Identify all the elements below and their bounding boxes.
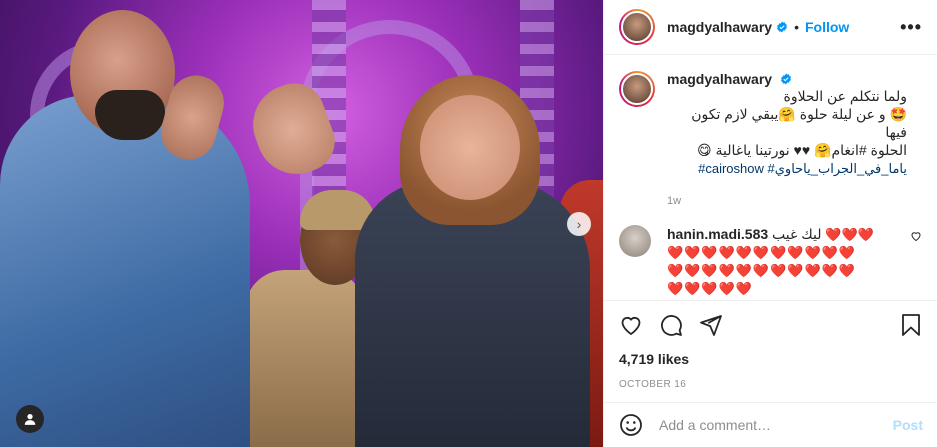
emoji-smiley-icon[interactable] (619, 413, 643, 437)
comment-hearts: ❤️❤️❤️❤️❤️ (667, 281, 753, 296)
comment-hearts: ❤️❤️❤️ (825, 227, 874, 242)
verified-badge-icon (777, 21, 788, 33)
post-date[interactable]: OCTOBER 16 (619, 379, 923, 390)
caption-body: magdyalhawary ولما نتكلم عن الحلاوة 🤩 و … (667, 71, 907, 207)
share-paper-plane-icon[interactable] (699, 313, 723, 337)
post-actions: 4,719 likes OCTOBER 16 (604, 300, 937, 390)
follow-button[interactable]: Follow (805, 19, 849, 35)
user-icon (24, 414, 36, 425)
post-side-panel: magdyalhawary • Follow ••• magdyalhawary… (603, 0, 937, 447)
instagram-post: › magdyalhawary • Follow ••• magdyalhawa… (0, 0, 937, 447)
comment-hearts: ❤️❤️❤️❤️❤️❤️❤️❤️❤️❤️❤️ (667, 245, 857, 260)
comment-input[interactable] (659, 417, 893, 433)
caption: magdyalhawary ولما نتكلم عن الحلاوة 🤩 و … (619, 71, 922, 207)
comment-hearts: ❤️❤️❤️❤️❤️❤️❤️❤️❤️❤️❤️ (667, 263, 857, 278)
post-header: magdyalhawary • Follow ••• (604, 0, 937, 55)
post-photo[interactable]: › (0, 0, 603, 447)
carousel-next-button[interactable]: › (567, 212, 591, 236)
caption-username[interactable]: magdyalhawary (667, 71, 772, 87)
comment-text: ليك غيب (772, 226, 822, 242)
person-left-beard (95, 90, 165, 140)
caption-line: ولما نتكلم عن الحلاوة (783, 88, 907, 104)
save-bookmark-icon[interactable] (899, 313, 923, 337)
add-comment-bar: Post (604, 402, 937, 447)
more-options-icon[interactable]: ••• (900, 17, 922, 38)
comment-body: hanin.madi.583 ليك غيب ❤️❤️❤️ ❤️❤️❤️❤️❤️… (667, 225, 907, 298)
caption-hashtags[interactable]: #cairoshow #ياما_في_الجراب_ياحاوي (667, 161, 907, 177)
caption-line: الحلوة #انغام🤗 ♥♥ نورتينا ياغالية 😋 (697, 142, 907, 158)
person-woman-face (420, 95, 520, 200)
person-middle (245, 270, 365, 447)
separator-dot: • (794, 19, 799, 35)
likes-count[interactable]: 4,719 likes (619, 351, 923, 367)
post-time-ago[interactable]: 1w (667, 195, 907, 207)
author-avatar[interactable] (619, 9, 655, 45)
comment-item: hanin.madi.583 ليك غيب ❤️❤️❤️ ❤️❤️❤️❤️❤️… (619, 225, 922, 298)
comments-section: magdyalhawary ولما نتكلم عن الحلاوة 🤩 و … (604, 55, 937, 296)
person-left (0, 95, 250, 447)
verified-badge-icon (781, 73, 791, 85)
post-comment-button[interactable]: Post (893, 417, 923, 433)
comment-like-icon[interactable] (910, 230, 922, 242)
commenter-avatar[interactable] (619, 225, 651, 257)
commenter-username[interactable]: hanin.madi.583 (667, 226, 768, 242)
author-username[interactable]: magdyalhawary (667, 19, 772, 35)
tagged-user-button[interactable] (16, 405, 44, 433)
like-heart-icon[interactable] (619, 313, 643, 337)
comment-bubble-icon[interactable] (659, 313, 683, 337)
action-icons (619, 307, 923, 343)
caption-line: 🤩 و عن ليلة حلوة 🤗يبقي لازم تكون فيها (691, 106, 907, 140)
caption-author-avatar[interactable] (619, 71, 655, 107)
